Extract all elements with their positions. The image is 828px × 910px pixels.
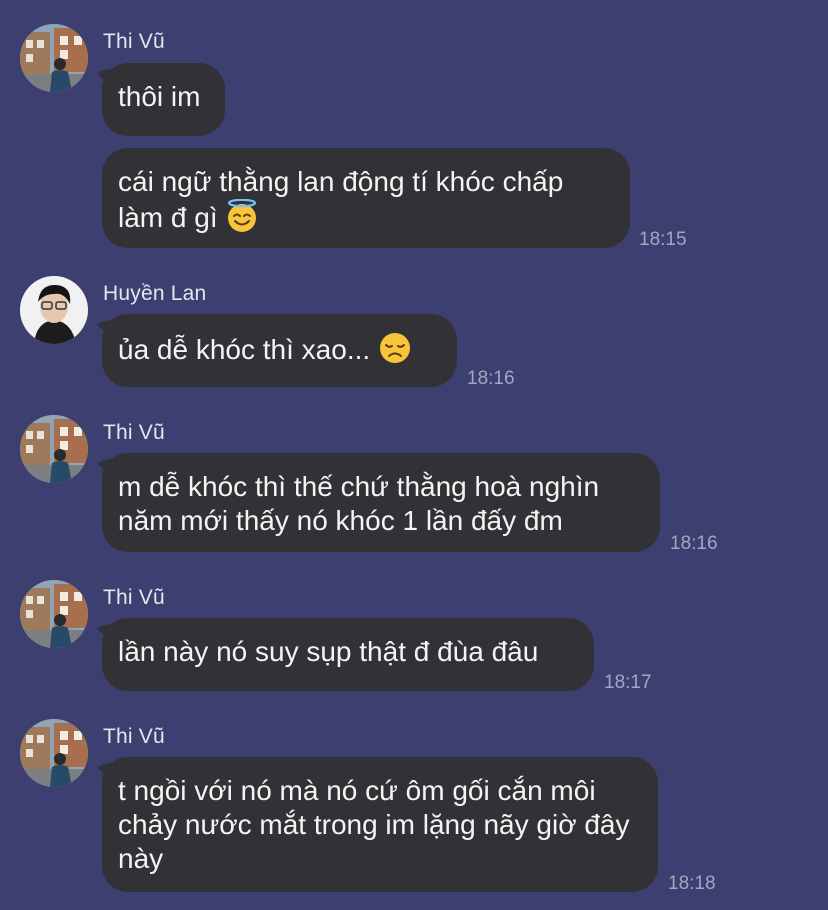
message-text: ủa dễ khóc thì xao... bbox=[118, 334, 371, 365]
smiling-face-with-halo-icon bbox=[228, 199, 257, 232]
message-bubble[interactable]: cái ngữ thằng lan động tí khóc chấp làm … bbox=[102, 148, 630, 248]
sender-name: Thi Vũ bbox=[103, 725, 165, 748]
avatar-thi-vu[interactable] bbox=[20, 415, 88, 483]
avatar-huyen-lan[interactable] bbox=[20, 276, 88, 344]
message-bubble[interactable]: m dễ khóc thì thế chứ thằng hoà nghìn nă… bbox=[102, 453, 660, 552]
sender-name: Thi Vũ bbox=[103, 586, 165, 609]
avatar-thi-vu[interactable] bbox=[20, 24, 88, 92]
message-text: lần này nó suy sụp thật đ đùa đâu bbox=[118, 636, 539, 667]
chat-view: Thi Vũ thôi im cái ngữ thằng lan động tí… bbox=[0, 0, 828, 910]
message-text: m dễ khóc thì thế chứ thằng hoà nghìn nă… bbox=[118, 471, 600, 536]
message-bubble[interactable]: ủa dễ khóc thì xao... bbox=[102, 314, 457, 387]
avatar-thi-vu[interactable] bbox=[20, 580, 88, 648]
sender-name: Thi Vũ bbox=[103, 30, 165, 53]
avatar-thi-vu[interactable] bbox=[20, 719, 88, 787]
disappointed-face-icon bbox=[379, 333, 410, 363]
message-text: cái ngữ thằng lan động tí khóc chấp làm … bbox=[118, 166, 564, 233]
message-timestamp: 18:15 bbox=[639, 229, 687, 250]
message-bubble[interactable]: lần này nó suy sụp thật đ đùa đâu bbox=[102, 618, 594, 691]
message-timestamp: 18:18 bbox=[668, 873, 716, 894]
sender-name: Huyền Lan bbox=[103, 282, 207, 305]
message-timestamp: 18:17 bbox=[604, 672, 652, 693]
message-text: thôi im bbox=[118, 81, 201, 112]
message-timestamp: 18:16 bbox=[670, 533, 718, 554]
message-text: t ngồi với nó mà nó cứ ôm gối cắn môi ch… bbox=[118, 775, 630, 874]
message-bubble[interactable]: t ngồi với nó mà nó cứ ôm gối cắn môi ch… bbox=[102, 757, 658, 892]
message-bubble[interactable]: thôi im bbox=[102, 63, 225, 136]
message-timestamp: 18:16 bbox=[467, 368, 515, 389]
sender-name: Thi Vũ bbox=[103, 421, 165, 444]
